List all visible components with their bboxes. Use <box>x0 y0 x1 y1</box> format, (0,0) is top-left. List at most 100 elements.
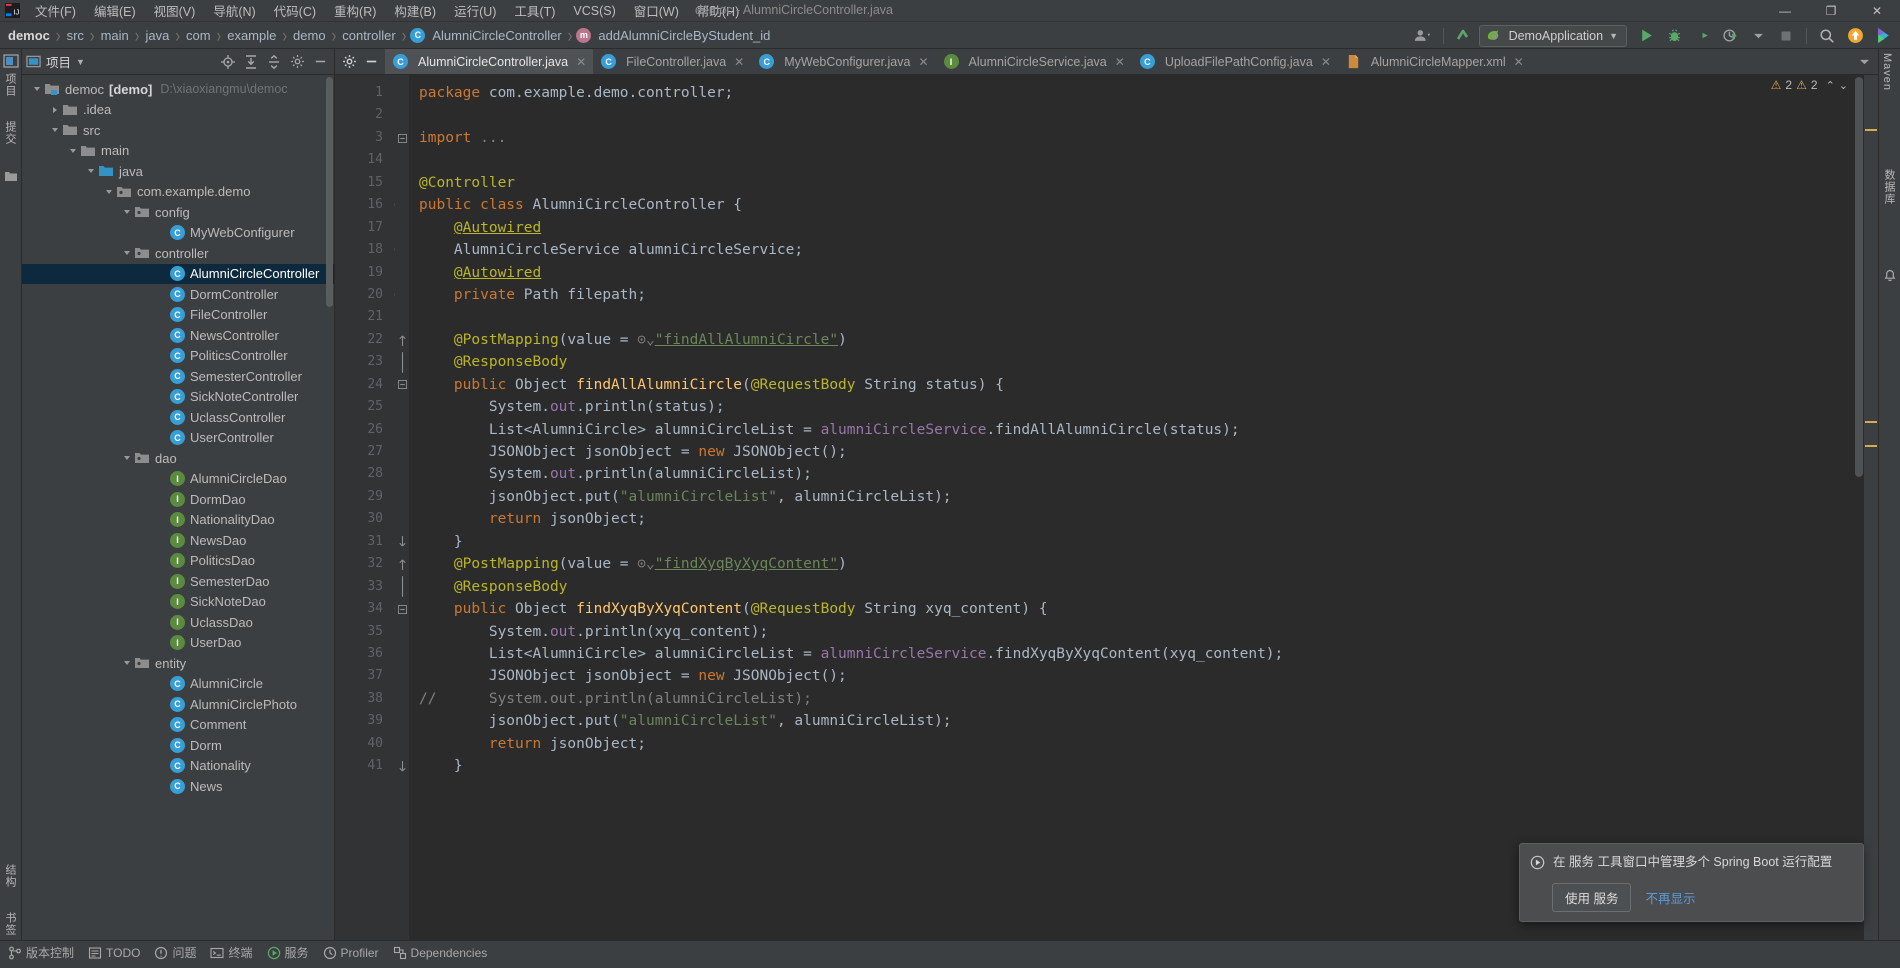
status-problems[interactable]: 问题 <box>154 944 196 961</box>
notifications-bell-icon[interactable] <box>1883 269 1897 283</box>
tree-item-sicknotecontroller[interactable]: C SickNoteController <box>22 387 334 408</box>
project-tool-icon[interactable] <box>3 53 19 69</box>
tree-item-controller[interactable]: controller <box>22 243 334 264</box>
editor-vertical-scrollbar[interactable] <box>1855 77 1863 477</box>
tree-item-politicscontroller[interactable]: C PoliticsController <box>22 346 334 367</box>
dont-show-again-link[interactable]: 不再显示 <box>1645 888 1695 907</box>
status-services[interactable]: 服务 <box>267 944 309 961</box>
chevron-down-icon[interactable] <box>30 82 44 96</box>
code-folding-column[interactable] <box>395 75 409 940</box>
fold-region-line[interactable] <box>395 576 409 598</box>
status-version-control[interactable]: 版本控制 <box>8 944 74 961</box>
close-icon[interactable]: ✕ <box>1321 55 1331 69</box>
tree-item-dorm[interactable]: C Dorm <box>22 735 334 756</box>
breadcrumb-item-main[interactable]: main <box>99 28 131 43</box>
stop-icon[interactable] <box>1773 24 1799 48</box>
fold-region-end-icon[interactable] <box>395 531 409 553</box>
tab-list-chevron-icon[interactable] <box>1854 52 1874 72</box>
chevron-down-icon[interactable] <box>84 164 98 178</box>
left-strip-label-commit[interactable]: 提交 <box>2 121 18 145</box>
account-icon[interactable] <box>1410 24 1436 48</box>
expand-all-icon[interactable] <box>241 52 261 72</box>
fold-collapse-icon[interactable] <box>395 598 409 620</box>
inspection-widget[interactable]: ⚠ 2 ⚠ 2 ⌃ ⌄ <box>1771 78 1848 92</box>
locate-file-icon[interactable] <box>218 52 238 72</box>
menu-tools[interactable]: 工具(T) <box>505 0 564 22</box>
right-strip-label-maven[interactable]: Maven <box>1881 53 1893 91</box>
tree-item-news[interactable]: C News <box>22 776 334 797</box>
tree-item-semesterdao[interactable]: I SemesterDao <box>22 571 334 592</box>
tree-item-newscontroller[interactable]: C NewsController <box>22 325 334 346</box>
use-services-button[interactable]: 使用 服务 <box>1552 883 1632 912</box>
folder-icon[interactable] <box>4 169 18 183</box>
tree-item-nationalitydao[interactable]: I NationalityDao <box>22 510 334 531</box>
fold-region-start-icon[interactable] <box>395 329 409 351</box>
tree-item-sicknotedao[interactable]: I SickNoteDao <box>22 592 334 613</box>
tree-item-newsdao[interactable]: I NewsDao <box>22 530 334 551</box>
chevron-down-icon[interactable] <box>120 246 134 260</box>
tree-item--idea[interactable]: .idea <box>22 100 334 121</box>
notification-popup[interactable]: 在 服务 工具窗口中管理多个 Spring Boot 运行配置 使用 服务 不再… <box>1519 843 1864 922</box>
left-strip-label-bookmarks[interactable]: 书签 <box>2 912 18 936</box>
menu-run[interactable]: 运行(U) <box>445 0 505 22</box>
chevron-down-icon[interactable] <box>102 185 116 199</box>
project-tree[interactable]: democ [demo] D:\xiaoxiangmu\democ .idea src m… <box>22 75 334 940</box>
stripe-warning-mark[interactable] <box>1865 445 1877 447</box>
breadcrumb-item-com[interactable]: com <box>184 28 213 43</box>
tree-item-uclasscontroller[interactable]: C UclassController <box>22 407 334 428</box>
status-dependencies[interactable]: Dependencies <box>393 946 487 960</box>
breadcrumb-item-class[interactable]: AlumniCircleController <box>430 28 563 43</box>
next-problem-icon[interactable]: ⌄ <box>1839 79 1848 92</box>
collapse-all-icon[interactable] <box>264 52 284 72</box>
editor-tab-alumnicircleservice-java[interactable]: I AlumniCircleService.java ✕ <box>936 49 1132 74</box>
tree-item-java[interactable]: java <box>22 161 334 182</box>
prev-problem-icon[interactable]: ⌃ <box>1826 79 1835 92</box>
close-icon[interactable]: ✕ <box>918 55 928 69</box>
tree-item-alumnicirclecontroller[interactable]: C AlumniCircleController <box>22 263 334 284</box>
breadcrumb-item-demo[interactable]: demo <box>291 28 328 43</box>
close-icon[interactable]: ✕ <box>1115 55 1125 69</box>
menu-vcs[interactable]: VCS(S) <box>564 2 624 20</box>
ide-assist-icon[interactable] <box>1870 24 1896 48</box>
editor-tab-mywebconfigurer-java[interactable]: C MyWebConfigurer.java ✕ <box>751 49 935 74</box>
tree-item-nationality[interactable]: C Nationality <box>22 756 334 777</box>
menu-refactor[interactable]: 重构(R) <box>325 0 385 22</box>
tree-item-alumnicircle[interactable]: C AlumniCircle <box>22 674 334 695</box>
tree-item-democ[interactable]: democ [demo] D:\xiaoxiangmu\democ <box>22 79 334 100</box>
source-code[interactable]: package com.example.demo.controller; imp… <box>409 75 1864 940</box>
tree-item-politicsdao[interactable]: I PoliticsDao <box>22 551 334 572</box>
tree-item-comment[interactable]: C Comment <box>22 715 334 736</box>
fold-region-line[interactable] <box>395 351 409 373</box>
fold-collapse-icon[interactable] <box>395 374 409 396</box>
hide-panel-icon[interactable] <box>310 52 330 72</box>
chevron-down-icon[interactable] <box>120 656 134 670</box>
tree-item-alumnicircledao[interactable]: I AlumniCircleDao <box>22 469 334 490</box>
menu-edit[interactable]: 编辑(E) <box>85 0 145 22</box>
tree-item-main[interactable]: main <box>22 141 334 162</box>
hide-editor-icon[interactable] <box>361 52 381 72</box>
run-icon[interactable] <box>1633 24 1659 48</box>
breadcrumb-item-src[interactable]: src <box>65 28 86 43</box>
search-icon[interactable] <box>1814 24 1840 48</box>
tree-item-dormdao[interactable]: I DormDao <box>22 489 334 510</box>
status-terminal[interactable]: 终端 <box>210 944 253 961</box>
tree-item-com-example-demo[interactable]: com.example.demo <box>22 182 334 203</box>
debug-icon[interactable] <box>1661 24 1687 48</box>
fold-collapse-icon[interactable] <box>395 127 409 149</box>
close-icon[interactable]: ✕ <box>1514 55 1524 69</box>
menu-code[interactable]: 代码(C) <box>265 0 325 22</box>
settings-gear-icon[interactable] <box>339 52 359 72</box>
menu-file[interactable]: 文件(F) <box>26 0 85 22</box>
chevron-down-icon[interactable] <box>48 123 62 137</box>
editor-tab-alumnicirclecontroller-java[interactable]: C AlumniCircleController.java ✕ <box>385 49 594 74</box>
editor-tab-filecontroller-java[interactable]: C FileController.java ✕ <box>593 49 751 74</box>
tree-item-filecontroller[interactable]: C FileController <box>22 305 334 326</box>
fold-region-start-icon[interactable] <box>395 553 409 575</box>
chevron-down-icon[interactable] <box>66 144 80 158</box>
tree-item-src[interactable]: src <box>22 120 334 141</box>
tree-item-alumnicirclephoto[interactable]: C AlumniCirclePhoto <box>22 694 334 715</box>
update-project-icon[interactable] <box>1842 24 1868 48</box>
left-strip-label-project[interactable]: 项目 <box>2 73 18 97</box>
breadcrumb-item-java[interactable]: java <box>143 28 171 43</box>
error-stripe[interactable] <box>1864 75 1878 940</box>
